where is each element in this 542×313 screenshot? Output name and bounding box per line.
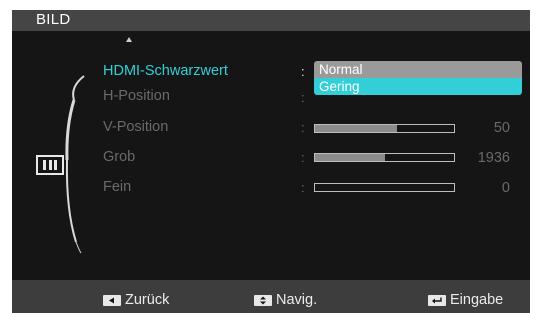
fein-bar[interactable] — [314, 183, 455, 192]
v-position-value: 50 — [493, 120, 510, 136]
back-hint[interactable]: Zurück — [103, 292, 169, 308]
grob-value: 1936 — [477, 150, 510, 166]
enter-label: Eingabe — [450, 292, 504, 308]
hdmi-schwarzwert-dropdown[interactable]: Normal Gering — [314, 61, 522, 95]
enter-key-icon — [428, 294, 446, 306]
navigate-hint[interactable]: Navig. — [254, 292, 317, 308]
v-position-bar[interactable] — [314, 124, 455, 133]
footer-bar: Zurück Navig. Eingabe — [12, 280, 530, 313]
option-gering-selected[interactable]: Gering — [314, 78, 522, 95]
navigate-label: Navig. — [276, 292, 318, 308]
menu-item-fein[interactable]: Fein — [103, 179, 131, 195]
v-position-bar-fill — [315, 125, 397, 132]
separator: : — [301, 64, 305, 79]
picture-category-icon[interactable] — [36, 155, 64, 175]
menu-arc-decoration — [65, 75, 85, 254]
separator: : — [301, 120, 305, 135]
separator: : — [301, 90, 305, 105]
fein-value: 0 — [501, 180, 510, 196]
left-arrow-key-icon — [103, 294, 121, 306]
grob-bar-fill — [315, 154, 385, 161]
enter-hint[interactable]: Eingabe — [428, 292, 503, 308]
menu-item-v-position[interactable]: V-Position — [103, 119, 168, 135]
up-down-key-icon — [254, 294, 272, 306]
menu-item-hdmi-schwarzwert[interactable]: HDMI-Schwarzwert — [103, 63, 228, 79]
menu-item-h-position[interactable]: H-Position — [103, 88, 170, 104]
menu-title: BILD — [36, 11, 71, 28]
back-label: Zurück — [125, 292, 170, 308]
separator: : — [301, 180, 305, 195]
option-normal[interactable]: Normal — [314, 61, 522, 78]
grob-bar[interactable] — [314, 153, 455, 162]
menu-item-grob[interactable]: Grob — [103, 149, 135, 165]
separator: : — [301, 150, 305, 165]
osd-menu: BILD HDMI-Schwarzwert : Normal Gering H-… — [12, 10, 530, 313]
scroll-up-icon[interactable] — [126, 37, 132, 42]
title-bar: BILD — [12, 10, 530, 31]
